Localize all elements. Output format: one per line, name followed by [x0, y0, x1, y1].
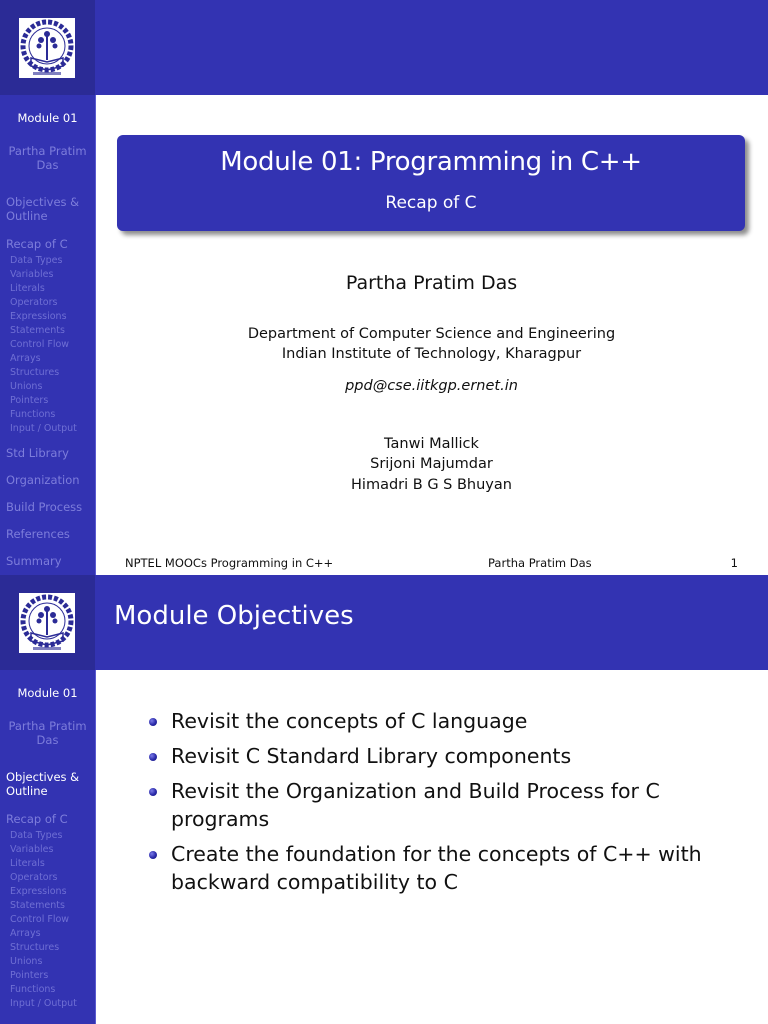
list-item: Revisit C Standard Library components: [148, 742, 748, 770]
sidebar-subitem-arrays[interactable]: Arrays: [0, 927, 95, 941]
footer-course: NPTEL MOOCs Programming in C++: [125, 556, 334, 570]
bullet-text: Revisit C Standard Library components: [171, 744, 572, 768]
sidebar-item-author[interactable]: Partha Pratim Das: [0, 144, 95, 172]
sidebar-subitem-literals[interactable]: Literals: [0, 857, 95, 871]
slide-objectives: Module Objectives Module 01 Partha Prati…: [0, 575, 768, 1024]
sidebar-item-author[interactable]: Partha Pratim Das: [0, 719, 95, 747]
sidebar-subitem-pointers[interactable]: Pointers: [0, 394, 95, 408]
presentation-title: Module 01: Programming in C++: [220, 147, 642, 177]
bullet-text: Create the foundation for the concepts o…: [171, 842, 702, 894]
sidebar-subitem-expressions[interactable]: Expressions: [0, 885, 95, 899]
sidebar-subitem-data-types[interactable]: Data Types: [0, 829, 95, 843]
iit-kharagpur-logo-icon: [19, 18, 75, 78]
bullet-icon: [149, 851, 157, 859]
sidebar-subitem-variables[interactable]: Variables: [0, 268, 95, 282]
sidebar-item-objectives[interactable]: Objectives & Outline: [0, 195, 95, 223]
sidebar-subitem-control-flow[interactable]: Control Flow: [0, 913, 95, 927]
sidebar-subitem-expressions[interactable]: Expressions: [0, 310, 95, 324]
sidebar-subitem-input-output[interactable]: Input / Output: [0, 997, 95, 1011]
logo-corner: [0, 575, 95, 670]
sidebar-subitem-structures[interactable]: Structures: [0, 366, 95, 380]
objectives-list: Revisit the concepts of C language Revis…: [148, 707, 748, 903]
presentation-subtitle: Recap of C: [385, 193, 477, 213]
list-item: Revisit the concepts of C language: [148, 707, 748, 735]
list-item: Create the foundation for the concepts o…: [148, 840, 748, 896]
sidebar-subitem-functions[interactable]: Functions: [0, 983, 95, 997]
sidebar-subitem-operators[interactable]: Operators: [0, 871, 95, 885]
sidebar-author-line1: Partha Pratim: [8, 144, 87, 158]
frame-title: Module Objectives: [114, 601, 354, 631]
sidebar-item-references[interactable]: References: [0, 527, 95, 541]
footer-author: Partha Pratim Das: [488, 556, 592, 570]
contributor: Srijoni Majumdar: [370, 456, 493, 472]
sidebar-objectives-line2: Outline: [6, 209, 48, 223]
list-item: Revisit the Organization and Build Proce…: [148, 777, 748, 833]
sidebar-subitem-structures[interactable]: Structures: [0, 941, 95, 955]
header-bar: [95, 0, 768, 95]
sidebar-subitem-data-types[interactable]: Data Types: [0, 254, 95, 268]
sidebar-subitem-input-output[interactable]: Input / Output: [0, 422, 95, 436]
institute-department: Department of Computer Science and Engin…: [247, 326, 616, 342]
sidebar-subitem-statements[interactable]: Statements: [0, 899, 95, 913]
bullet-text: Revisit the Organization and Build Proce…: [171, 779, 660, 831]
sidebar-item-module[interactable]: Module 01: [0, 111, 95, 125]
sidebar-item-std-library[interactable]: Std Library: [0, 446, 95, 460]
bullet-text: Revisit the concepts of C language: [171, 709, 528, 733]
sidebar-objectives-line1: Objectives &: [6, 770, 80, 784]
bullet-icon: [149, 718, 157, 726]
sidebar-author-line2: Das: [36, 733, 59, 747]
sidebar-author-line1: Partha Pratim: [8, 719, 87, 733]
slide-title: Module 01 Partha Pratim Das Objectives &…: [0, 0, 768, 575]
sidebar-objectives-line2: Outline: [6, 784, 48, 798]
iit-kharagpur-logo-icon: [19, 593, 75, 653]
logo-corner: [0, 0, 95, 95]
sidebar-subitem-functions[interactable]: Functions: [0, 408, 95, 422]
sidebar-subitem-statements[interactable]: Statements: [0, 324, 95, 338]
author-name: Partha Pratim Das: [345, 272, 518, 294]
contributor: Himadri B G S Bhuyan: [351, 477, 512, 493]
title-box: Module 01: Programming in C++ Recap of C: [117, 135, 745, 231]
sidebar-subitem-pointers[interactable]: Pointers: [0, 969, 95, 983]
sidebar-subitem-unions[interactable]: Unions: [0, 380, 95, 394]
author-email: ppd@cse.iitkgp.ernet.in: [345, 378, 518, 394]
sidebar-subitem-arrays[interactable]: Arrays: [0, 352, 95, 366]
sidebar-item-recap[interactable]: Recap of C: [0, 237, 95, 251]
footer-page-number: 1: [730, 556, 738, 570]
institute-name: Indian Institute of Technology, Kharagpu…: [281, 346, 582, 362]
sidebar-subitem-literals[interactable]: Literals: [0, 282, 95, 296]
sidebar-objectives-line1: Objectives &: [6, 195, 80, 209]
sidebar-nav: Module 01 Partha Pratim Das Objectives &…: [0, 95, 96, 575]
sidebar-item-summary[interactable]: Summary: [0, 554, 95, 568]
sidebar-subitem-variables[interactable]: Variables: [0, 843, 95, 857]
sidebar-item-module[interactable]: Module 01: [0, 686, 95, 700]
sidebar-item-organization[interactable]: Organization: [0, 473, 95, 487]
sidebar-item-recap[interactable]: Recap of C: [0, 812, 95, 826]
sidebar-nav: Module 01 Partha Pratim Das Objectives &…: [0, 670, 96, 1024]
sidebar-item-build-process[interactable]: Build Process: [0, 500, 95, 514]
sidebar-item-objectives[interactable]: Objectives & Outline: [0, 770, 95, 798]
sidebar-subitem-control-flow[interactable]: Control Flow: [0, 338, 95, 352]
sidebar-subitem-unions[interactable]: Unions: [0, 955, 95, 969]
bullet-icon: [149, 788, 157, 796]
sidebar-author-line2: Das: [36, 158, 59, 172]
sidebar-subitem-operators[interactable]: Operators: [0, 296, 95, 310]
slide-footer: NPTEL MOOCs Programming in C++ Partha Pr…: [95, 555, 768, 575]
bullet-icon: [149, 753, 157, 761]
contributor: Tanwi Mallick: [384, 436, 479, 452]
